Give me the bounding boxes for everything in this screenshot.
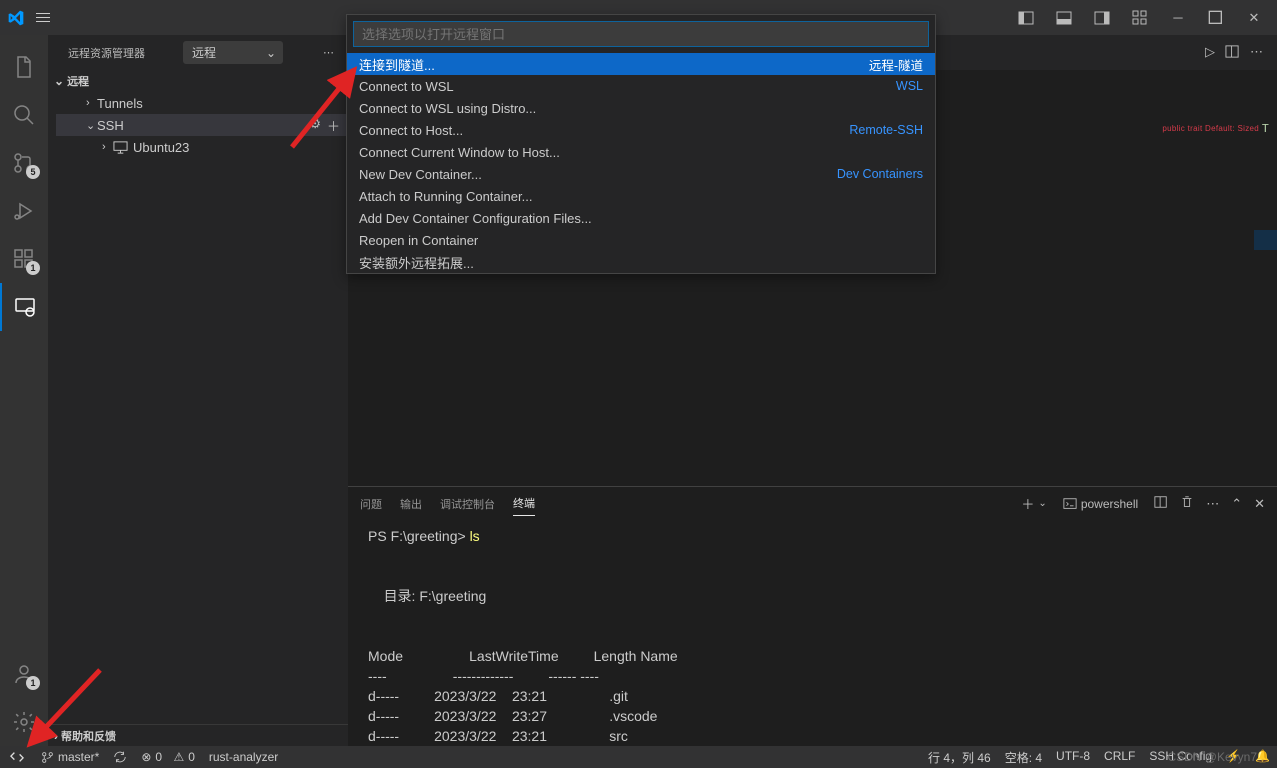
panel: 问题 输出 调试控制台 终端 ＋ ⌄ powershell ⋯ ⌃ ✕ PS F:…	[348, 486, 1277, 746]
new-icon[interactable]: ＋	[327, 116, 340, 135]
minimap-text: public trait Default: Sized	[1162, 124, 1259, 133]
gear-icon[interactable]: ⚙	[309, 116, 321, 135]
acc-badge: 1	[26, 676, 40, 690]
maximize-panel-icon[interactable]: ⌃	[1231, 496, 1242, 512]
qp-item-attach-container[interactable]: Attach to Running Container...	[347, 185, 935, 207]
sb-encoding[interactable]: UTF-8	[1049, 749, 1097, 763]
section-feedback[interactable]: ›帮助和反馈	[48, 724, 348, 746]
new-terminal-icon[interactable]: ＋	[1021, 494, 1034, 513]
split-icon[interactable]	[1225, 44, 1240, 62]
sb-spaces[interactable]: 空格: 4	[998, 749, 1049, 766]
close-panel-icon[interactable]: ✕	[1254, 496, 1265, 512]
remote-indicator[interactable]	[0, 746, 34, 768]
tree-host-ubuntu23[interactable]: › Ubuntu23	[56, 136, 348, 158]
window-maximize-button[interactable]	[1201, 3, 1231, 33]
qp-item-reopen-container[interactable]: Reopen in Container	[347, 229, 935, 251]
sb-problems[interactable]: ⊗0 ⚠0	[134, 746, 202, 768]
ext-badge: 1	[26, 261, 40, 275]
more-panel-icon[interactable]: ⋯	[1206, 496, 1219, 512]
editor-selection	[1254, 230, 1277, 250]
search-tab[interactable]	[0, 91, 48, 139]
shell-selector[interactable]: powershell	[1059, 495, 1142, 513]
more-icon[interactable]: ⋯	[1250, 44, 1263, 62]
vscode-logo-icon	[8, 10, 24, 26]
split-terminal-icon[interactable]	[1154, 495, 1168, 512]
qp-item-add-devcontainer-config[interactable]: Add Dev Container Configuration Files...	[347, 207, 935, 229]
qp-item-wsl[interactable]: Connect to WSLWSL	[347, 75, 935, 97]
qp-item-wsl-distro[interactable]: Connect to WSL using Distro...	[347, 97, 935, 119]
account-button[interactable]: 1	[0, 650, 48, 698]
sb-rust-analyzer[interactable]: rust-analyzer	[202, 746, 285, 768]
qp-item-new-devcontainer[interactable]: New Dev Container...Dev Containers	[347, 163, 935, 185]
sb-ln-col[interactable]: 行 4，列 46	[921, 749, 998, 766]
menu-button[interactable]	[36, 13, 50, 22]
extensions-tab[interactable]: 1	[0, 235, 48, 283]
qp-item-connect-current[interactable]: Connect Current Window to Host...	[347, 141, 935, 163]
activitybar: 5 1 1	[0, 35, 48, 746]
panel-tab-output[interactable]: 输出	[400, 492, 422, 516]
layout-secondary-icon[interactable]	[1087, 3, 1117, 33]
statusbar: master* ⊗0 ⚠0 rust-analyzer 行 4，列 46 空格:…	[0, 746, 1277, 768]
section-remote[interactable]: ⌄远程	[48, 70, 348, 92]
sidebar-title: 远程资源管理器	[68, 45, 145, 61]
minimap-glyph: T	[1262, 122, 1269, 136]
qp-item-tunnel[interactable]: 连接到隧道...远程-隧道	[347, 53, 935, 75]
monitor-icon	[113, 140, 128, 155]
settings-button[interactable]	[0, 698, 48, 746]
remote-explorer-tab[interactable]	[0, 283, 48, 331]
layout-panel-icon[interactable]	[1049, 3, 1079, 33]
window-close-button[interactable]: ✕	[1239, 3, 1269, 33]
window-minimize-button[interactable]: ─	[1163, 3, 1193, 33]
explorer-tab[interactable]	[0, 43, 48, 91]
run-icon[interactable]: ▷	[1205, 44, 1215, 62]
layout-primary-icon[interactable]	[1011, 3, 1041, 33]
sb-branch[interactable]: master*	[34, 746, 106, 768]
sidebar: 远程资源管理器 远程 ⋯ ⌄远程 ›Tunnels ⌄SSH ⚙＋ › Ubun…	[48, 35, 348, 746]
remote-type-dropdown[interactable]: 远程	[183, 41, 283, 64]
terminal-split-dropdown[interactable]: ⌄	[1038, 498, 1046, 509]
tree-tunnels[interactable]: ›Tunnels	[56, 92, 348, 114]
debug-tab[interactable]	[0, 187, 48, 235]
panel-tab-debug[interactable]: 调试控制台	[440, 492, 495, 516]
scm-tab[interactable]: 5	[0, 139, 48, 187]
qp-item-connect-host[interactable]: Connect to Host...Remote-SSH	[347, 119, 935, 141]
panel-tab-terminal[interactable]: 终端	[513, 491, 535, 516]
trash-icon[interactable]	[1180, 495, 1194, 512]
tree-ssh[interactable]: ⌄SSH ⚙＋	[56, 114, 348, 136]
terminal-body[interactable]: PS F:\greeting> ls 目录: F:\greeting Mode …	[348, 520, 1277, 746]
quickpick-input[interactable]	[353, 21, 929, 47]
refresh-icon[interactable]: ⋯	[321, 44, 336, 61]
watermark: CSDN @Kevyn7	[1167, 750, 1257, 764]
sb-eol[interactable]: CRLF	[1097, 749, 1142, 763]
qp-item-install-extensions[interactable]: 安装额外远程拓展...	[347, 251, 935, 273]
scm-badge: 5	[26, 165, 40, 179]
layout-customize-icon[interactable]	[1125, 3, 1155, 33]
panel-tab-problems[interactable]: 问题	[360, 492, 382, 516]
quickpick-remote: 连接到隧道...远程-隧道 Connect to WSLWSL Connect …	[346, 14, 936, 274]
sb-sync[interactable]	[106, 746, 134, 768]
